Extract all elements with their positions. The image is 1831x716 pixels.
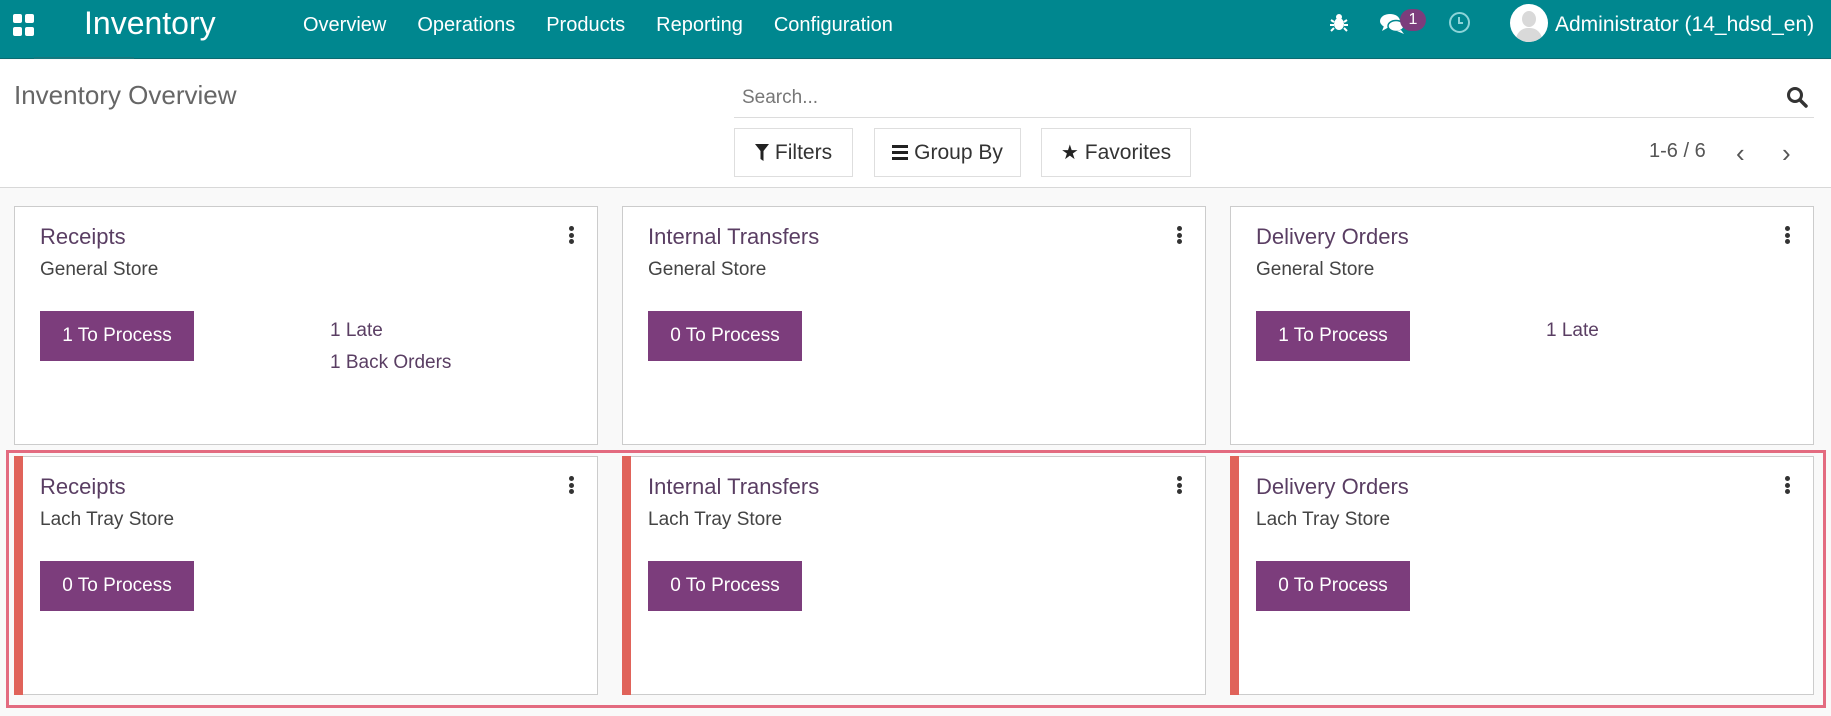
search-input[interactable] [734, 80, 1734, 116]
operation-card[interactable]: Delivery Orders General Store 1 To Process… [1230, 206, 1814, 445]
menu-overview[interactable]: Overview [303, 14, 386, 37]
menu-products[interactable]: Products [546, 14, 625, 37]
filter-icon [754, 144, 769, 161]
favorites-button[interactable]: ★ Favorites [1041, 128, 1191, 177]
pager-value[interactable]: 1-6 / 6 [1649, 140, 1706, 163]
main-menu: Overview Operations Products Reporting C… [303, 14, 893, 37]
card-warehouse: Lach Tray Store [648, 509, 783, 530]
brand-underline [34, 57, 134, 59]
search-bar [734, 80, 1814, 118]
apps-grid-icon[interactable] [13, 14, 35, 36]
top-navbar: Inventory Overview Operations Products R… [0, 0, 1831, 59]
filters-label: Filters [774, 140, 833, 164]
filters-button[interactable]: Filters [734, 128, 853, 177]
card-warehouse: General Store [1256, 259, 1375, 280]
card-title[interactable]: Internal Transfers [648, 224, 819, 250]
search-icon[interactable] [1786, 86, 1808, 108]
star-icon: ★ [1060, 142, 1079, 164]
group-by-label: Group By [914, 140, 1003, 164]
page-title: Inventory Overview [14, 80, 237, 110]
card-warehouse: General Store [648, 259, 767, 280]
kebab-menu-icon[interactable] [569, 226, 575, 244]
card-link[interactable]: 1 Late [1546, 320, 1599, 342]
operation-card[interactable]: Internal Transfers General Store 0 To Proc… [622, 206, 1206, 445]
kebab-menu-icon[interactable] [1785, 476, 1791, 494]
operation-card[interactable]: Internal Transfers Lach Tray Store 0 To Pr… [622, 456, 1206, 695]
chevron-right-icon[interactable]: › [1782, 140, 1791, 166]
card-title[interactable]: Delivery Orders [1256, 224, 1409, 250]
card-warehouse: Lach Tray Store [1256, 509, 1391, 530]
control-panel: Inventory Overview Filters Group By ★ Fa… [0, 60, 1831, 188]
card-title[interactable]: Receipts [40, 224, 126, 250]
card-title[interactable]: Receipts [40, 474, 126, 500]
clock-icon[interactable] [1449, 12, 1470, 33]
to-process-button[interactable]: 0 To Process [648, 561, 802, 611]
operation-card[interactable]: Delivery Orders Lach Tray Store 0 To Proce… [1230, 456, 1814, 695]
menu-reporting[interactable]: Reporting [656, 14, 743, 37]
card-title[interactable]: Delivery Orders [1256, 474, 1409, 500]
kebab-menu-icon[interactable] [1785, 226, 1791, 244]
kebab-menu-icon[interactable] [1177, 226, 1183, 244]
user-menu[interactable]: Administrator (14_hdsd_en) [1555, 13, 1814, 37]
message-count-badge: 1 [1400, 9, 1426, 31]
group-by-button[interactable]: Group By [874, 128, 1021, 177]
menu-operations[interactable]: Operations [417, 14, 515, 37]
kebab-menu-icon[interactable] [1177, 476, 1183, 494]
to-process-button[interactable]: 1 To Process [1256, 311, 1410, 361]
to-process-button[interactable]: 0 To Process [1256, 561, 1410, 611]
bug-icon[interactable] [1330, 12, 1348, 38]
favorites-label: Favorites [1084, 140, 1172, 164]
kebab-menu-icon[interactable] [569, 476, 575, 494]
app-name[interactable]: Inventory [84, 5, 216, 42]
operation-card[interactable]: Receipts Lach Tray Store 0 To Process [14, 456, 598, 695]
card-link[interactable]: 1 Late [330, 320, 383, 342]
card-warehouse: General Store [40, 259, 159, 280]
avatar[interactable] [1510, 4, 1548, 42]
to-process-button[interactable]: 0 To Process [648, 311, 802, 361]
to-process-button[interactable]: 1 To Process [40, 311, 194, 361]
card-warehouse: Lach Tray Store [40, 509, 175, 530]
chevron-left-icon[interactable]: ‹ [1736, 140, 1745, 166]
menu-configuration[interactable]: Configuration [774, 14, 893, 37]
list-icon [892, 145, 909, 160]
card-link[interactable]: 1 Back Orders [330, 352, 451, 374]
to-process-button[interactable]: 0 To Process [40, 561, 194, 611]
operation-card[interactable]: Receipts General Store 1 To Process 1 Late 1… [14, 206, 598, 445]
card-title[interactable]: Internal Transfers [648, 474, 819, 500]
